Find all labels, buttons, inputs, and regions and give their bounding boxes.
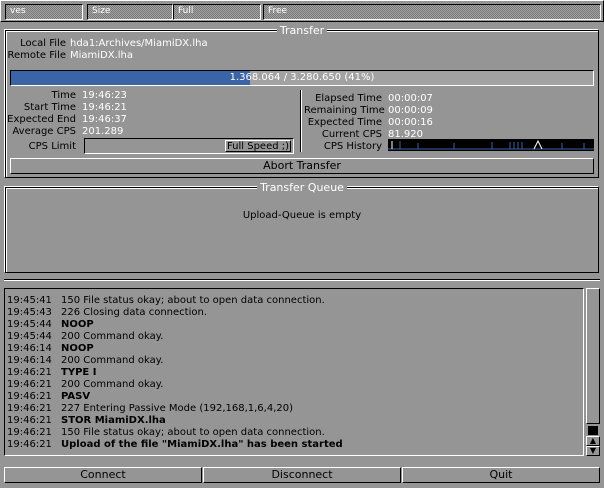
transfer-queue-title: Transfer Queue	[257, 181, 347, 194]
start-time-value: 19:46:21	[82, 102, 127, 113]
cps-limit-label: CPS Limit	[28, 141, 76, 152]
cps-history-peak	[533, 139, 543, 150]
disconnect-button[interactable]: Disconnect	[203, 467, 401, 483]
stats-divider	[300, 90, 302, 152]
log-time: 19:46:21	[7, 367, 52, 378]
quit-button[interactable]: Quit	[402, 467, 600, 483]
cps-history-chart	[388, 139, 594, 150]
remote-file-label: Remote File	[7, 50, 67, 61]
log-message: 200 Command okay.	[61, 331, 164, 342]
remaining-time-label: Remaining Time	[304, 105, 385, 116]
elapsed-time-label: Elapsed Time	[315, 93, 382, 104]
connect-button[interactable]: Connect	[4, 467, 202, 483]
status-cell-label: Size	[92, 6, 111, 16]
log-list[interactable]: 19:45:41 150 File status okay; about to o…	[4, 288, 584, 456]
current-cps-label: Current CPS	[321, 129, 382, 140]
log-time: 19:46:21	[7, 439, 52, 450]
status-cell-full: Full	[173, 4, 261, 20]
status-bar: ves Size Full Free	[0, 0, 604, 22]
log-time: 19:46:21	[7, 379, 52, 390]
queue-empty-text: Upload-Queue is empty	[242, 210, 362, 221]
remaining-time-value: 00:00:09	[388, 105, 433, 116]
log-message: 226 Closing data connection.	[61, 307, 207, 318]
expected-time-label: Expected Time	[307, 117, 382, 128]
scrollbar-thumb[interactable]	[588, 426, 598, 435]
start-time-label: Start Time	[23, 102, 76, 113]
status-cell-label: Full	[178, 6, 194, 16]
time-label: Time	[51, 90, 76, 101]
log-message: NOOP	[61, 319, 94, 330]
transfer-group-title: Transfer	[276, 24, 328, 37]
cps-limit-knob[interactable]: Full Speed ;)	[225, 140, 291, 152]
log-scrollbar[interactable]: ▲ ▼	[586, 288, 600, 456]
expected-end-label: Expected End	[7, 114, 76, 125]
expected-time-value: 00:00:16	[388, 117, 433, 128]
transfer-queue-group: Transfer Queue	[5, 181, 599, 273]
log-time: 19:46:14	[7, 343, 52, 354]
average-cps-value: 201.289	[82, 126, 124, 137]
log-message: 200 Command okay.	[61, 355, 164, 366]
log-time: 19:45:44	[7, 319, 52, 330]
log-time: 19:46:21	[7, 415, 52, 426]
log-time: 19:46:21	[7, 403, 52, 414]
log-message: PASV	[61, 391, 91, 402]
log-time: 19:45:44	[7, 331, 52, 342]
cps-history-graph	[388, 139, 594, 151]
abort-transfer-button[interactable]: Abort Transfer	[10, 158, 594, 174]
log-message: TYPE I	[61, 367, 97, 378]
status-cell-label: Free	[268, 6, 288, 16]
local-file-label: Local File	[20, 38, 66, 49]
progress-text: 1.368.064 / 3.280.650 (41%)	[229, 72, 375, 83]
elapsed-time-value: 00:00:07	[388, 93, 433, 104]
time-value: 19:46:23	[82, 90, 127, 101]
remote-file-value: MiamiDX.lha	[70, 50, 134, 61]
log-time: 19:46:21	[7, 391, 52, 402]
log-message: 150 File status okay; about to open data…	[61, 295, 325, 306]
status-cell-free: Free	[263, 4, 601, 20]
log-message: 150 File status okay; about to open data…	[61, 427, 325, 438]
log-time: 19:46:21	[7, 427, 52, 438]
log-message: STOR MiamiDX.lha	[61, 415, 166, 426]
scroll-up-icon[interactable]: ▲	[586, 436, 600, 446]
status-cell-label: ves	[10, 6, 26, 16]
log-time: 19:46:14	[7, 355, 52, 366]
expected-end-value: 19:46:37	[82, 114, 127, 125]
log-time: 19:45:41	[7, 295, 52, 306]
status-cell-size: Size	[87, 4, 173, 20]
local-file-value: hda1:Archives/MiamiDX.lha	[70, 38, 208, 49]
scroll-down-icon[interactable]: ▼	[586, 446, 600, 456]
log-message: NOOP	[61, 343, 94, 354]
scrollbar-track[interactable]	[586, 288, 600, 424]
log-time: 19:45:43	[7, 307, 52, 318]
cps-history-label: CPS History	[323, 141, 382, 152]
log-message: 227 Entering Passive Mode (192,168,1,6,4…	[61, 403, 294, 414]
status-cell-volume: ves	[5, 4, 83, 20]
average-cps-label: Average CPS	[12, 126, 76, 137]
cps-limit-slider[interactable]: Full Speed ;)	[84, 138, 294, 154]
log-message: Upload of the file "MiamiDX.lha" has bee…	[61, 439, 343, 450]
transfer-progress-bar: 1.368.064 / 3.280.650 (41%)	[10, 70, 594, 86]
log-message: 200 Command okay.	[61, 379, 164, 390]
section-divider	[4, 279, 600, 281]
